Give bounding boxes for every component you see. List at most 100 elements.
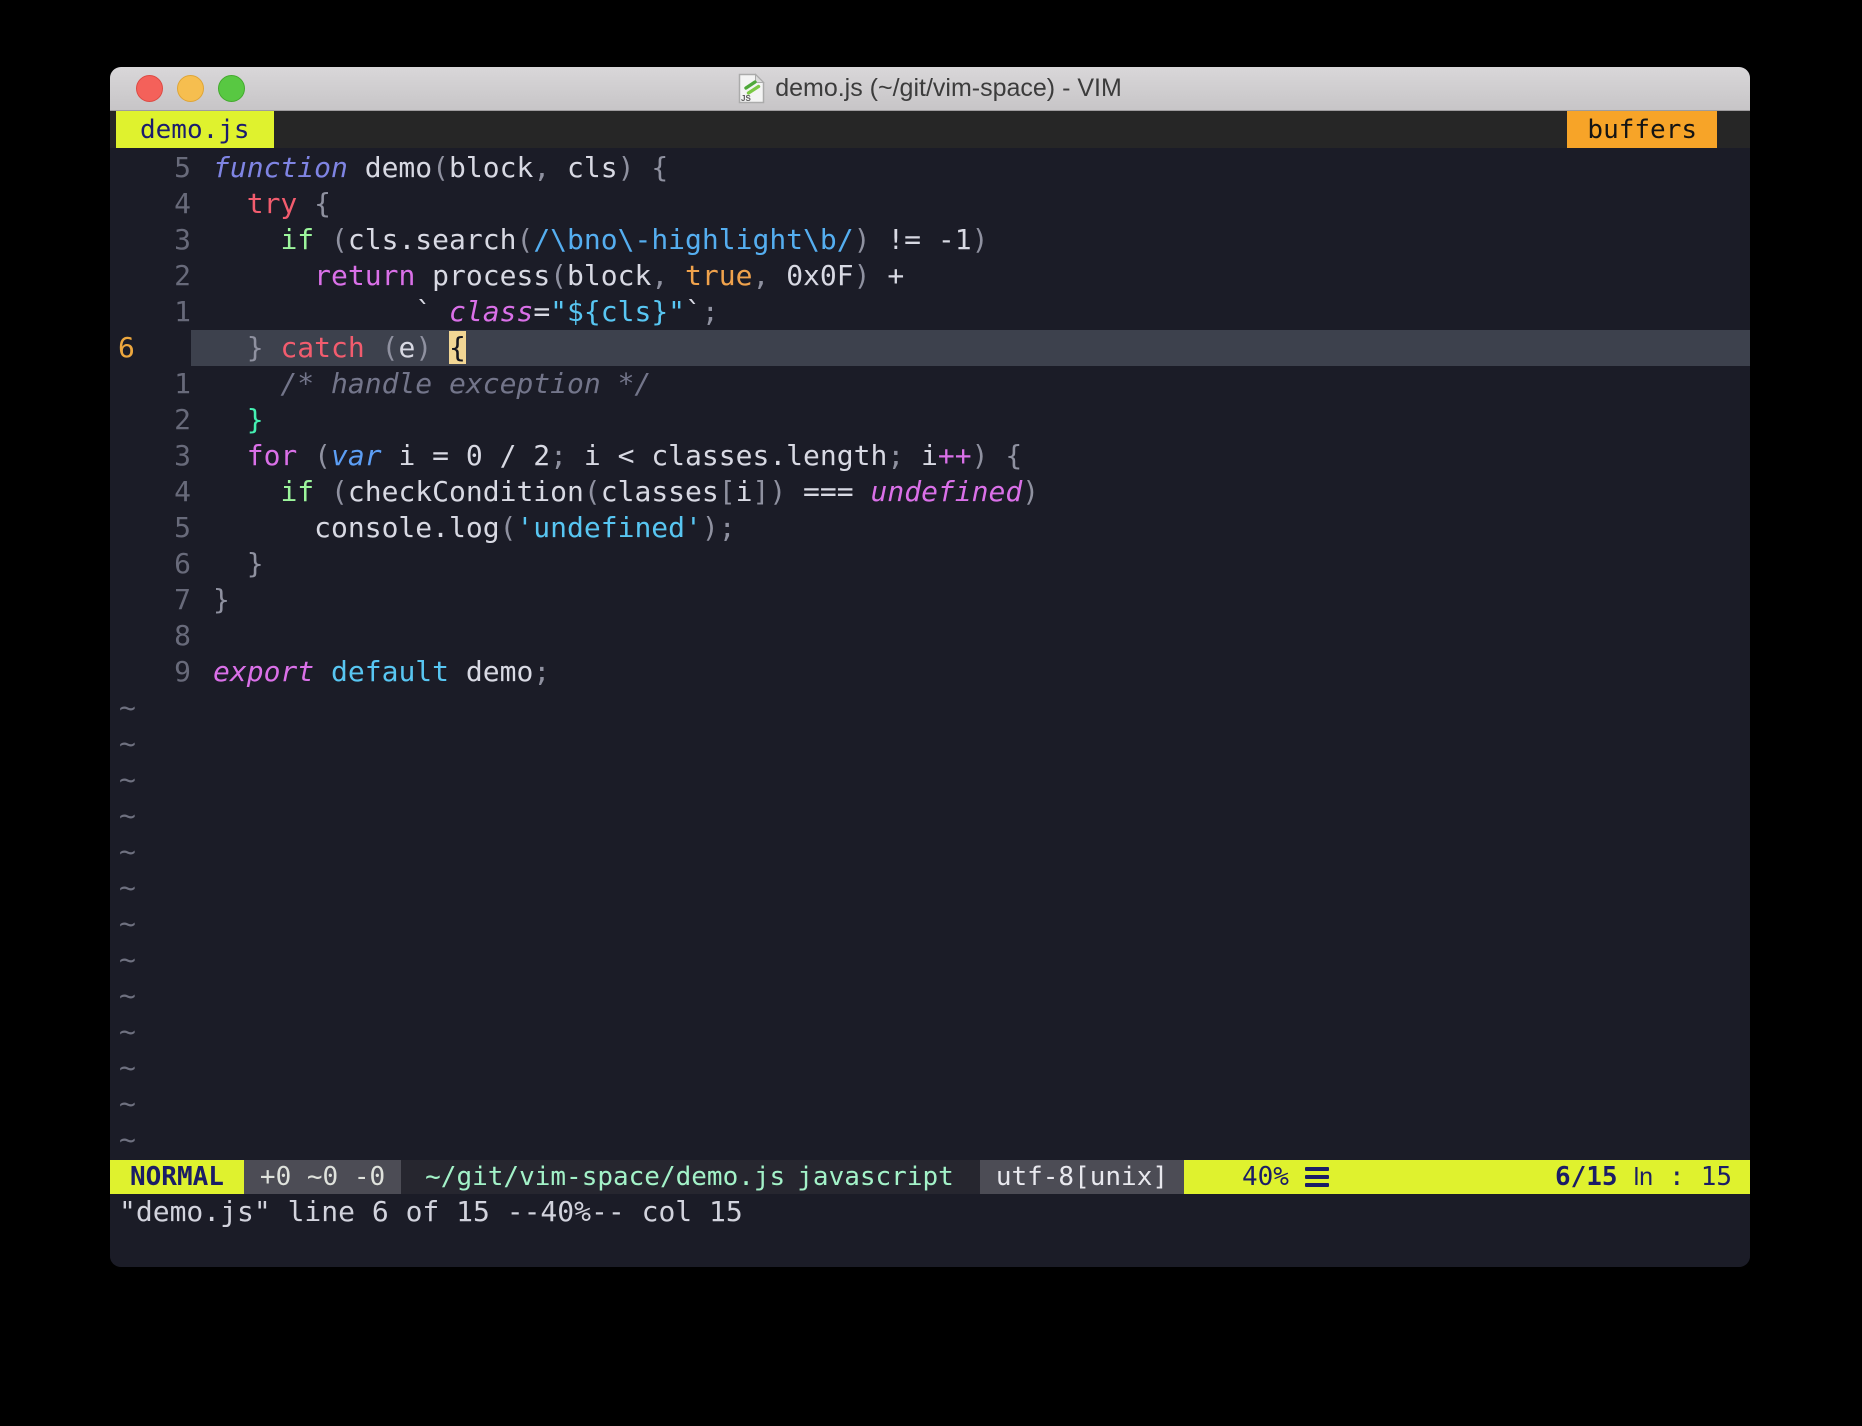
code-token: default (331, 655, 449, 688)
empty-line-tilde: ~ (110, 1086, 1750, 1122)
code-token: [ (719, 475, 736, 508)
code-line[interactable]: 2 return process(block, true, 0x0F) + (110, 258, 1750, 294)
tab-demo-js[interactable]: demo.js (116, 111, 274, 148)
buffers-label[interactable]: buffers (1567, 111, 1717, 148)
code-token: ) (972, 223, 989, 256)
code-line[interactable]: 9export default demo; (110, 654, 1750, 690)
code-token (668, 259, 685, 292)
code-line[interactable]: 2 } (110, 402, 1750, 438)
code-token (213, 187, 247, 220)
code-token: i (736, 475, 753, 508)
code-token: e (398, 331, 415, 364)
code-token: demo (348, 151, 432, 184)
code-area[interactable]: 5function demo(block, cls) {4 try {3 if … (110, 148, 1750, 1160)
code-line-current[interactable]: 6 } catch (e) { (110, 330, 1750, 366)
code-token: i < classes.length (567, 439, 887, 472)
empty-line-tilde: ~ (110, 870, 1750, 906)
line-number: 3 (110, 222, 191, 258)
code-text: for (var i = 0 / 2; i < classes.length; … (191, 438, 1750, 474)
code-token: ( (314, 223, 348, 256)
code-token: export (213, 655, 314, 688)
code-text: /* handle exception */ (191, 366, 1750, 402)
code-token: ) { (618, 151, 669, 184)
empty-line-tilde: ~ (110, 942, 1750, 978)
line-number: 2 (110, 402, 191, 438)
code-text: } (191, 582, 1750, 618)
code-text (191, 618, 1750, 654)
code-token: cls.search (348, 223, 517, 256)
code-token: ` (213, 295, 449, 328)
code-line[interactable]: 4 if (checkCondition(classes[i]) === und… (110, 474, 1750, 510)
cursor-block: { (449, 331, 466, 364)
code-token: != -1 (870, 223, 971, 256)
code-token: ) (854, 259, 871, 292)
code-text: ` class="${cls}"`; (191, 294, 1750, 330)
code-token: ) (854, 223, 871, 256)
command-line[interactable]: "demo.js" line 6 of 15 --40%-- col 15 (110, 1194, 1750, 1230)
empty-line-tilde: ~ (110, 906, 1750, 942)
empty-line-tilde: ~ (110, 762, 1750, 798)
code-token: , (651, 259, 668, 292)
ln-label: ln (1634, 1160, 1653, 1194)
code-line[interactable]: 6 } (110, 546, 1750, 582)
code-token: ); (702, 511, 736, 544)
code-token: ) { (972, 439, 1023, 472)
code-token: ( (584, 475, 601, 508)
code-token: var (331, 439, 382, 472)
code-token: , (533, 151, 550, 184)
line-number: 2 (110, 258, 191, 294)
code-token: 0x0F (769, 259, 853, 292)
code-token (213, 403, 247, 436)
empty-line-tilde: ~ (110, 726, 1750, 762)
code-token: function (213, 151, 348, 184)
code-token: ( (432, 151, 449, 184)
code-line[interactable]: 5function demo(block, cls) { (110, 150, 1750, 186)
colon-separator: : (1669, 1160, 1685, 1194)
code-token: } (213, 547, 264, 580)
code-token: undefined (871, 475, 1023, 508)
code-line[interactable]: 3 if (cls.search(/\bno\-highlight\b/) !=… (110, 222, 1750, 258)
code-token: cls (550, 151, 617, 184)
code-token: ) (415, 331, 449, 364)
code-text: return process(block, true, 0x0F) + (191, 258, 1750, 294)
line-number: 1 (110, 294, 191, 330)
code-token: i (904, 439, 938, 472)
scroll-percent: 40% (1242, 1160, 1289, 1194)
empty-line-tilde: ~ (110, 1050, 1750, 1086)
line-number: 3 (110, 438, 191, 474)
mode-indicator: NORMAL (110, 1160, 244, 1194)
code-text: } (191, 546, 1750, 582)
code-token: ) (1022, 475, 1039, 508)
code-token: ( (365, 331, 399, 364)
line-number: 4 (110, 474, 191, 510)
line-number: 8 (110, 618, 191, 654)
lines-icon (1305, 1165, 1329, 1189)
column-number: 15 (1701, 1160, 1732, 1194)
code-line[interactable]: 3 for (var i = 0 / 2; i < classes.length… (110, 438, 1750, 474)
code-line[interactable]: 1 /* handle exception */ (110, 366, 1750, 402)
line-number: 1 (110, 366, 191, 402)
empty-line-tilde: ~ (110, 690, 1750, 726)
tabline-spacer (274, 111, 1568, 148)
code-token: } (213, 331, 280, 364)
encoding-indicator: utf-8[unix] (980, 1160, 1184, 1194)
svg-text:JS: JS (741, 94, 751, 103)
position-segment: 40% 6/15 ln : 15 (1184, 1160, 1750, 1194)
code-line[interactable]: 5 console.log('undefined'); (110, 510, 1750, 546)
code-token: catch (280, 331, 364, 364)
code-token: ++ (938, 439, 972, 472)
titlebar[interactable]: JS demo.js (~/git/vim-space) - VIM (110, 67, 1750, 111)
scroll-percent-group: 40% (1242, 1160, 1329, 1194)
code-token: ; (702, 295, 719, 328)
line-number: 5 (110, 150, 191, 186)
code-token: ( (314, 475, 348, 508)
code-line[interactable]: 1 ` class="${cls}"`; (110, 294, 1750, 330)
code-line[interactable]: 4 try { (110, 186, 1750, 222)
filetype-indicator: javascript (797, 1160, 954, 1194)
git-diff-indicator: +0 ~0 -0 (244, 1160, 401, 1194)
cursor-position-group: 6/15 ln : 15 (1555, 1160, 1732, 1194)
code-token: ; (887, 439, 904, 472)
code-token (213, 259, 314, 292)
code-line[interactable]: 7} (110, 582, 1750, 618)
code-line[interactable]: 8 (110, 618, 1750, 654)
